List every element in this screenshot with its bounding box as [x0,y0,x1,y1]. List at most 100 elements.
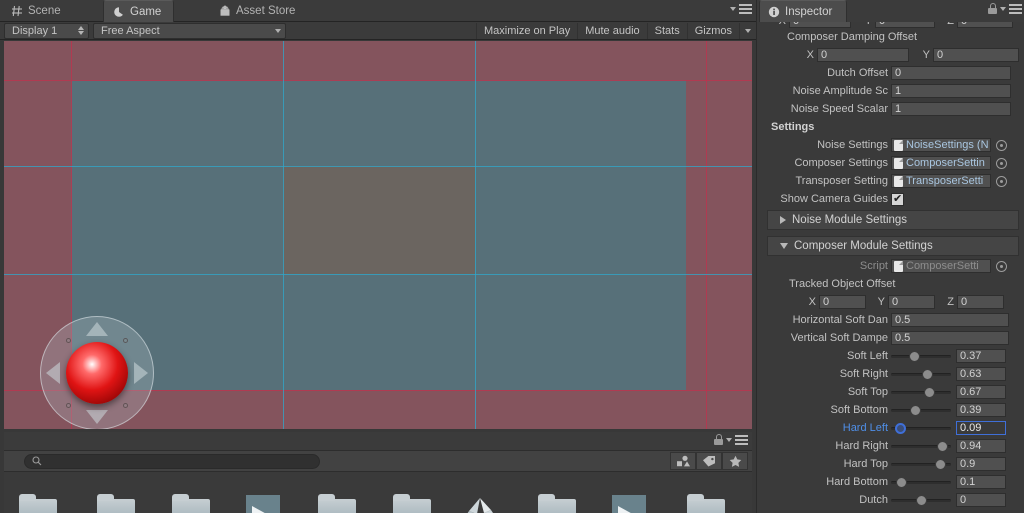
chevron-down-icon[interactable] [1000,6,1006,11]
gizmos-button[interactable]: Gizmos [686,22,739,39]
vertical-soft-damping-field[interactable]: 0.5 [891,331,1009,345]
asset-item[interactable] [315,489,359,513]
slider-value-field[interactable]: 0.39 [956,403,1006,417]
favorites-star-icon[interactable] [722,452,748,470]
show-camera-guides-label: Show Camera Guides [780,193,888,205]
noise-module-settings-label: Noise Module Settings [792,214,908,226]
type-filter-icon[interactable] [670,452,696,470]
damping-y-field[interactable]: 0 [933,48,1019,62]
slider-value-field[interactable]: 0.09 [956,421,1006,435]
object-picker-icon[interactable] [996,139,1007,151]
asset-item[interactable] [535,489,579,513]
slider-control[interactable] [891,457,951,471]
tracked-object-offset-row: X 0 Y 0 Z 0 [757,293,1024,311]
search-input[interactable] [46,455,286,467]
project-asset-grid[interactable] [4,472,752,513]
composer-settings-object-field[interactable]: ComposerSettin [891,156,991,170]
maximize-on-play-button[interactable]: Maximize on Play [476,22,577,39]
tab-game[interactable]: Game [103,0,175,22]
slider-value-field[interactable]: 0 [956,493,1006,507]
noise-speed-field[interactable]: 1 [891,102,1011,116]
slider-handle[interactable] [921,368,933,380]
asset-item[interactable] [607,489,651,513]
stats-button[interactable]: Stats [646,22,687,39]
slider-control[interactable] [891,493,951,507]
slider-value-field[interactable]: 0.63 [956,367,1006,381]
asset-item[interactable] [241,489,285,513]
hamburger-menu-icon[interactable] [739,4,752,14]
chevron-down-icon[interactable] [726,437,732,442]
mute-audio-button[interactable]: Mute audio [577,22,646,39]
slider-control[interactable] [891,439,951,453]
slider-handle[interactable] [895,422,907,434]
lock-icon[interactable] [714,434,723,445]
slider-value-field[interactable]: 0.9 [956,457,1006,471]
asset-item[interactable] [458,489,502,513]
tab-inspector[interactable]: Inspector [759,0,848,22]
chevron-right-icon [780,216,786,224]
offset-z-field[interactable]: 0 [957,295,1004,309]
noise-amplitude-field[interactable]: 1 [891,84,1011,98]
tab-scene[interactable]: Scene [2,0,73,22]
slider-handle[interactable] [895,476,907,488]
slider-handle[interactable] [937,440,949,452]
slider-value-field[interactable]: 0.1 [956,475,1006,489]
slider-control[interactable] [891,385,951,399]
hamburger-menu-icon[interactable] [1009,3,1022,14]
slider-label: Soft Top [847,386,888,398]
asset-item[interactable] [390,489,434,513]
player-sphere-gizmo[interactable] [40,316,154,429]
slider-control[interactable] [891,403,951,417]
transposer-settings-object-field[interactable]: TransposerSetti [891,174,991,188]
tab-asset-store[interactable]: Asset Store [210,0,307,22]
slider-handle[interactable] [909,350,921,362]
slider-handle[interactable] [910,404,922,416]
slider-value-field[interactable]: 0.94 [956,439,1006,453]
noise-module-settings-foldout[interactable]: Noise Module Settings [767,210,1019,230]
slider-value-field[interactable]: 0.67 [956,385,1006,399]
inspector-content: X 0 Y 0 Z 0 Composer Damping Offset X 0 … [757,0,1024,513]
script-object-field[interactable]: ComposerSetti [891,259,991,273]
slider-control[interactable] [891,367,951,381]
asset-item[interactable] [169,489,213,513]
slider-control[interactable] [891,349,951,363]
dutch-offset-field[interactable]: 0 [891,66,1011,80]
slider-handle[interactable] [923,386,935,398]
display-dropdown-label: Display 1 [12,24,58,37]
asset-item[interactable] [684,489,728,513]
offset-x-field[interactable]: 0 [819,295,866,309]
slider-control[interactable] [891,475,951,489]
view-tabstrip: Scene Game Asset Store [0,0,756,22]
slider-control[interactable] [891,421,951,435]
search-field[interactable] [24,453,320,469]
slider-handle[interactable] [935,458,947,470]
object-picker-icon[interactable] [996,157,1007,169]
gizmos-dropdown-button[interactable] [739,22,756,39]
composer-module-settings-label: Composer Module Settings [794,240,933,252]
asset-store-icon [219,5,231,17]
hamburger-menu-icon[interactable] [735,434,748,445]
asset-item[interactable] [16,489,60,513]
lock-icon[interactable] [988,3,997,14]
aspect-dropdown[interactable]: Free Aspect [93,22,286,39]
noise-settings-object-field[interactable]: NoiseSettings (N [891,138,991,152]
noise-speed-row: Noise Speed Scalar 1 [757,100,1024,118]
composer-module-settings-foldout[interactable]: Composer Module Settings [767,236,1019,256]
label-filter-icon[interactable] [696,452,722,470]
horizontal-soft-damping-field[interactable]: 0.5 [891,313,1009,327]
slider-row: Hard Top 0.9 [757,455,1024,473]
chevron-down-icon[interactable] [730,7,736,11]
game-view-render[interactable] [4,41,752,429]
object-picker-icon[interactable] [996,175,1007,187]
composer-settings-value: ComposerSettin [906,157,985,169]
slider-value-field[interactable]: 0.37 [956,349,1006,363]
display-dropdown[interactable]: Display 1 [4,22,89,39]
show-camera-guides-checkbox[interactable] [891,192,904,206]
asset-item[interactable] [94,489,138,513]
offset-y-field[interactable]: 0 [888,295,935,309]
offset-z-label: Z [947,296,954,308]
maximize-on-play-label: Maximize on Play [484,24,571,37]
object-picker-icon[interactable] [996,260,1007,272]
slider-handle[interactable] [915,494,927,506]
damping-x-field[interactable]: 0 [817,48,909,62]
